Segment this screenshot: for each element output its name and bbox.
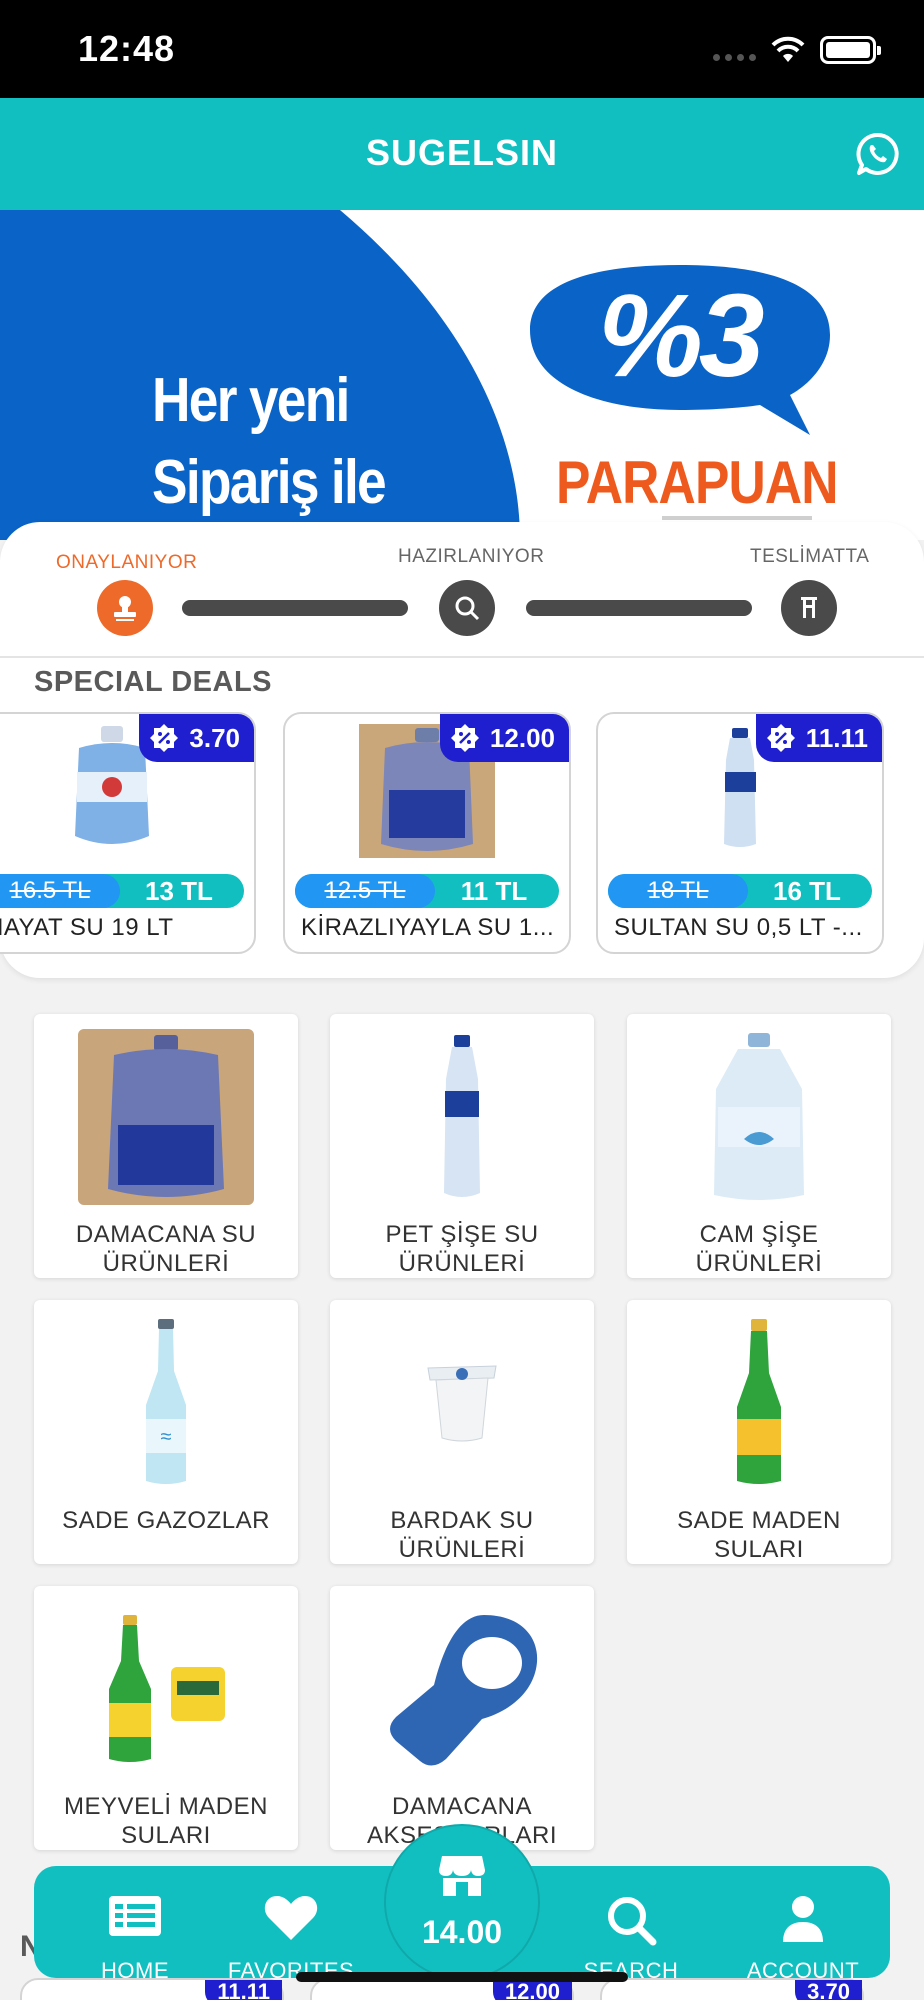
delivery-icon [781,580,837,636]
new-price: 11 TL [460,875,528,906]
deal-badge: 3.70 [139,714,254,762]
category-image [330,1594,594,1784]
nav-search[interactable]: SEARCH [556,1866,706,1983]
deal-card[interactable]: 11.11 18 TL 16 TL SULTAN SU 0,5 LT -... [596,712,884,954]
category-label: SADE MADEN SULARI [677,1507,841,1563]
nav-home[interactable]: HOME [60,1866,210,1983]
category-label: CAM ŞİŞE ÜRÜNLERİ [695,1221,823,1277]
deal-product-name: SULTAN SU 0,5 LT -... [614,914,863,941]
price-pill: 16.5 TL 13 TL [0,874,244,908]
category-label: BARDAK SU ÜRÜNLERİ [390,1507,534,1563]
signal-icon [713,39,756,61]
home-indicator [296,1972,628,1982]
special-deals-title: SPECIAL DEALS [34,666,273,698]
old-price: 16.5 TL [0,874,120,908]
banner-text-line2: Sipariş ile [152,448,387,517]
heart-icon [216,1894,366,1942]
app-bar: SUGELSIN [0,98,924,210]
deal-product-name: HAYAT SU 19 LT [0,914,174,941]
category-image [34,1594,298,1784]
new-price: 16 TL [773,875,841,906]
banner-brand: PARAPUAN [556,449,839,516]
category-image [330,1022,594,1212]
deal-badge-value: 12.00 [489,722,555,753]
deal-card[interactable]: 12.00 12.5 TL 11 TL KİRAZLIYAYLA SU 1... [283,712,571,954]
category-image [627,1022,891,1212]
category-glass-bottle[interactable]: CAM ŞİŞE ÜRÜNLERİ [627,1014,891,1278]
battery-icon [820,36,881,64]
category-pet-bottle[interactable]: PET ŞİŞE SU ÜRÜNLERİ [330,1014,594,1278]
discount-icon [150,724,179,752]
category-label: MEYVELİ MADEN SULARI [64,1793,268,1849]
category-image: ≈ [34,1308,298,1498]
category-label: DAMACANA SU ÜRÜNLERİ [75,1221,257,1277]
discount-icon [766,724,795,752]
stamp-icon [97,580,153,636]
deal-badge: 11.11 [755,714,882,762]
divider [0,656,924,658]
category-soda[interactable]: ≈ SADE GAZOZLAR [34,1300,298,1564]
step-progress-bar-1 [182,600,408,616]
category-label: PET ŞİŞE SU ÜRÜNLERİ [385,1221,539,1277]
status-time: 12:48 [78,28,176,69]
deal-badge-value: 3.70 [189,722,240,753]
wifi-icon [771,36,805,62]
step-label-confirming: ONAYLANIYOR [56,552,198,573]
nav-account[interactable]: ACCOUNT [728,1866,878,1983]
discount-icon [450,724,479,752]
new-price: 13 TL [145,875,213,906]
whatsapp-button[interactable] [854,130,902,178]
category-image [330,1308,594,1498]
category-image [627,1308,891,1498]
old-price: 12.5 TL [295,874,435,908]
old-price: 18 TL [608,874,748,908]
price-pill: 12.5 TL 11 TL [295,874,559,908]
category-cup-water[interactable]: BARDAK SU ÜRÜNLERİ [330,1300,594,1564]
step-label-delivering: TESLİMATTA [750,546,870,567]
category-damacana[interactable]: DAMACANA SU ÜRÜNLERİ [34,1014,298,1278]
search-icon [556,1894,706,1946]
home-icon [60,1894,210,1938]
category-accessories[interactable]: DAMACANA AKSESUARLARI [330,1586,594,1850]
category-label: SADE GAZOZLAR [62,1507,270,1534]
nav-favorites[interactable]: FAVORITES [216,1866,366,1983]
banner-text: Her yeni Sipariş ile [152,360,387,524]
cart-total: 14.00 [421,1914,503,1950]
step-label-preparing: HAZIRLANIYOR [398,546,545,567]
nav-account-label: ACCOUNT [746,1958,860,1983]
order-and-deals-card: ONAYLANIYOR HAZIRLANIYOR TESLİMATTA SPEC… [0,522,924,978]
svg-text:≈: ≈ [161,1426,172,1448]
category-image [34,1022,298,1212]
magnifier-icon [439,580,495,636]
store-icon [386,1854,538,1898]
status-bar: 12:48 [0,0,924,98]
order-status-tracker: ONAYLANIYOR HAZIRLANIYOR TESLİMATTA [0,522,924,656]
nav-home-label: HOME [101,1958,169,1983]
deal-badge: 12.00 [439,714,569,762]
whatsapp-icon [856,132,899,175]
app-title: SUGELSIN [365,132,559,173]
deal-badge-value: 11.11 [805,722,868,753]
deal-card[interactable]: 3.70 16.5 TL 13 TL HAYAT SU 19 LT [0,712,256,954]
promo-banner[interactable]: Her yeni Sipariş ile %3 PARAPUAN [0,210,924,540]
user-icon [728,1894,878,1944]
status-indicators [713,36,881,64]
category-fruit-mineral-water[interactable]: MEYVELİ MADEN SULARI [34,1586,298,1850]
banner-text-line1: Her yeni [152,366,350,435]
price-pill: 18 TL 16 TL [608,874,872,908]
category-mineral-water[interactable]: SADE MADEN SULARI [627,1300,891,1564]
step-progress-bar-2 [526,600,752,616]
deal-product-name: KİRAZLIYAYLA SU 1... [301,914,555,941]
cart-button[interactable]: 14.00 [384,1824,540,1980]
banner-percent: %3 [598,270,765,402]
